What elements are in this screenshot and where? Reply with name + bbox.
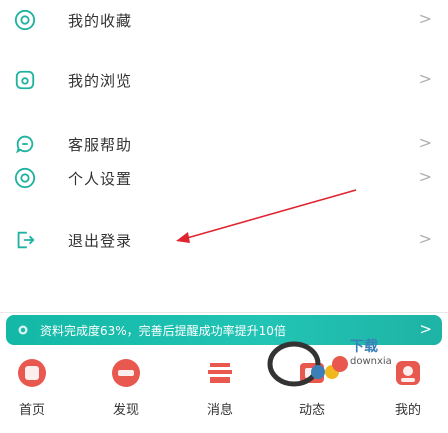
menu-item-label: 个人设置 — [68, 170, 133, 188]
profile-settings-screen: 我的收藏 > 我的浏览 > 客服帮助 > 个人设置 > 退出登录 > 资料完成度… — [0, 0, 448, 433]
nav-profile[interactable]: 我的 — [378, 351, 438, 431]
menu-item-label: 我的浏览 — [68, 72, 133, 90]
bottom-panel: 资料完成度63%，完善后提醒成功率提升10倍 > 首页 发现 消息 动态 我的 — [0, 312, 448, 433]
chat-help-icon — [14, 133, 36, 155]
chevron-right-icon: > — [418, 9, 432, 28]
home-icon — [14, 355, 50, 391]
nav-label: 发现 — [112, 403, 139, 418]
settings-icon — [14, 167, 36, 189]
nav-message[interactable]: 消息 — [190, 351, 250, 431]
nav-label: 动态 — [298, 403, 325, 418]
nav-label: 我的 — [394, 403, 421, 418]
chevron-right-icon: > — [418, 167, 432, 186]
message-icon — [202, 355, 238, 391]
feed-icon — [294, 355, 330, 391]
chevron-right-icon: > — [418, 133, 432, 152]
menu-item-logout[interactable]: 退出登录 > — [0, 220, 448, 260]
menu-item-label: 我的收藏 — [68, 12, 133, 30]
discover-icon — [108, 355, 144, 391]
nav-label: 首页 — [18, 403, 45, 418]
history-icon — [14, 69, 36, 91]
nav-label: 消息 — [206, 403, 233, 418]
star-circle-icon — [14, 9, 36, 31]
chevron-right-icon: > — [418, 69, 432, 88]
menu-item-label: 退出登录 — [68, 232, 133, 250]
chevron-right-icon: > — [418, 229, 432, 248]
menu-item-settings[interactable]: 个人设置 > — [0, 158, 448, 198]
sparkle-icon — [14, 321, 32, 339]
menu-item-label: 客服帮助 — [68, 136, 133, 154]
menu-item-history[interactable]: 我的浏览 > — [0, 60, 448, 100]
nav-feed[interactable]: 动态 — [282, 351, 342, 431]
profile-completion-banner[interactable]: 资料完成度63%，完善后提醒成功率提升10倍 > — [6, 315, 442, 345]
banner-text: 资料完成度63%，完善后提醒成功率提升10倍 — [40, 324, 286, 338]
logout-icon — [14, 229, 36, 251]
nav-home[interactable]: 首页 — [2, 351, 62, 431]
profile-icon — [390, 355, 426, 391]
bottom-navigation: 首页 发现 消息 动态 我的 — [0, 351, 448, 431]
menu-item-favorites[interactable]: 我的收藏 > — [0, 0, 448, 40]
nav-discover[interactable]: 发现 — [96, 351, 156, 431]
chevron-right-icon: > — [419, 320, 432, 338]
